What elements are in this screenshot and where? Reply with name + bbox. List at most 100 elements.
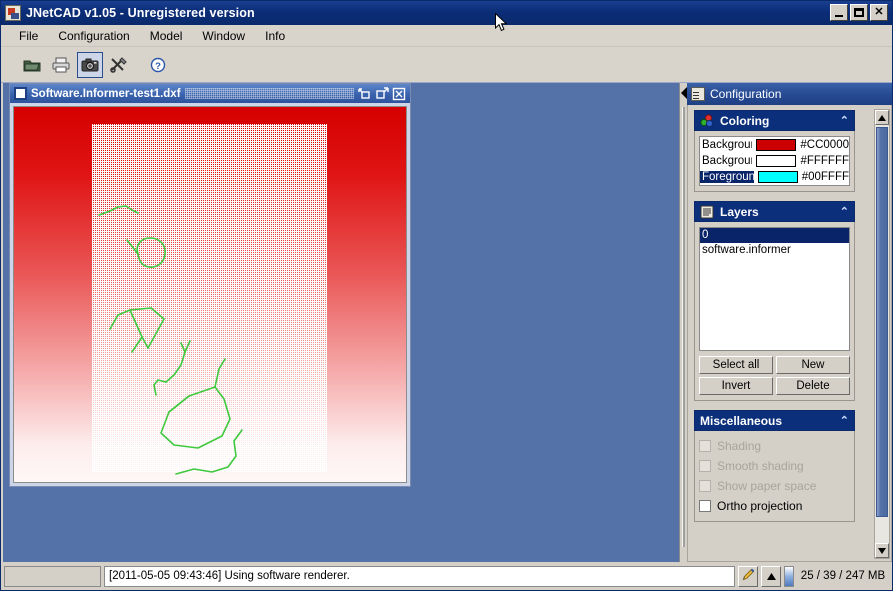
- close-button-child[interactable]: [392, 87, 406, 101]
- select-all-button[interactable]: Select all: [699, 356, 773, 374]
- print-button[interactable]: [48, 51, 74, 78]
- minimize-button[interactable]: [830, 4, 848, 21]
- help-button[interactable]: ?: [145, 51, 171, 78]
- checkbox-label: Smooth shading: [717, 459, 804, 473]
- svg-text:?: ?: [155, 61, 161, 72]
- panel-coloring-body: Background #CC0000 Background #FFFFFF Fo…: [694, 131, 855, 192]
- checkbox-show-paper-space: [699, 480, 711, 492]
- panel-coloring-title: Coloring: [720, 113, 770, 128]
- color-row-label: Background: [702, 155, 752, 167]
- tools-button[interactable]: [106, 51, 132, 78]
- application-window: JNetCAD v1.05 - Unregistered version ✕ F…: [0, 0, 893, 591]
- window-controls: ✕: [830, 4, 888, 21]
- maximize-button[interactable]: [850, 4, 868, 21]
- panel-layers-header[interactable]: Layers ⌃: [694, 201, 855, 222]
- menu-item-file[interactable]: File: [9, 26, 48, 46]
- panel-miscellaneous-header[interactable]: Miscellaneous ⌃: [694, 410, 855, 431]
- drawing-window-title: Software.Informer-test1.dxf: [31, 87, 181, 100]
- delete-button[interactable]: Delete: [776, 377, 850, 395]
- menu-item-model[interactable]: Model: [140, 26, 193, 46]
- panel-miscellaneous: Miscellaneous ⌃ Shading Smooth shading S…: [694, 410, 855, 522]
- camera-button[interactable]: [77, 51, 103, 78]
- expand-log-button[interactable]: [761, 565, 781, 587]
- tools-icon: [110, 56, 128, 73]
- chevron-up-icon-misc[interactable]: ⌃: [840, 414, 849, 428]
- color-hex: #FFFFFF: [800, 155, 849, 167]
- color-row[interactable]: Background #FFFFFF: [700, 153, 849, 169]
- pen-icon: [741, 568, 755, 585]
- dock-scrollbar[interactable]: [874, 109, 890, 559]
- status-left-slot: [4, 565, 101, 587]
- open-folder-icon: [23, 57, 41, 73]
- maximize-button-child[interactable]: [375, 86, 389, 101]
- chevron-up-icon-layers[interactable]: ⌃: [840, 205, 849, 219]
- status-message: [2011-05-05 09:43:46] Using software ren…: [104, 565, 735, 587]
- panel-coloring: Coloring ⌃ Background #CC0000 Background: [694, 110, 855, 192]
- pen-button[interactable]: [738, 565, 758, 587]
- dock-splitter[interactable]: [679, 83, 687, 562]
- checkbox-row-smooth-shading: Smooth shading: [699, 456, 850, 476]
- chevron-up-icon-coloring[interactable]: ⌃: [840, 114, 849, 128]
- help-icon: ?: [149, 57, 167, 73]
- color-hex: #00FFFF: [801, 171, 849, 183]
- splitter-grip[interactable]: [682, 107, 685, 547]
- list-item[interactable]: software.informer: [700, 243, 849, 258]
- checkbox-row-shading: Shading: [699, 436, 850, 456]
- title-bar: JNetCAD v1.05 - Unregistered version ✕: [1, 1, 892, 25]
- color-table: Background #CC0000 Background #FFFFFF Fo…: [699, 136, 850, 186]
- scroll-up-button[interactable]: [875, 110, 889, 125]
- color-row-selected[interactable]: Foreground #00FFFF: [700, 169, 849, 185]
- titlebar-texture: [184, 88, 354, 99]
- memory-indicator: 25 / 39 / 247 MB: [800, 570, 886, 582]
- color-row-label: Background: [702, 139, 752, 151]
- new-layer-button[interactable]: New: [776, 356, 850, 374]
- color-swatch[interactable]: [756, 155, 797, 167]
- menu-bar: File Configuration Model Window Info: [1, 25, 892, 47]
- layers-icon: [700, 205, 714, 219]
- drawing-child-window: Software.Informer-test1.dxf: [9, 83, 411, 487]
- layer-buttons: Select all New Invert Delete: [699, 356, 850, 395]
- document-icon: [14, 87, 27, 100]
- checkbox-row-show-paper-space: Show paper space: [699, 476, 850, 496]
- list-item-selected[interactable]: 0: [700, 228, 849, 243]
- dock-titlebar: Configuration: [687, 83, 892, 105]
- layers-list[interactable]: 0 software.informer: [699, 227, 850, 351]
- checkbox-smooth-shading: [699, 460, 711, 472]
- mdi-client-area: Software.Informer-test1.dxf: [3, 83, 679, 562]
- color-swatch[interactable]: [757, 171, 798, 183]
- checkbox-row-ortho-projection[interactable]: Ortho projection: [699, 496, 850, 516]
- drawing-window-controls: [358, 86, 406, 101]
- window-title: JNetCAD v1.05 - Unregistered version: [26, 6, 255, 20]
- close-button[interactable]: ✕: [870, 4, 888, 21]
- color-swatch[interactable]: [756, 139, 797, 151]
- drawing-window-titlebar[interactable]: Software.Informer-test1.dxf: [10, 84, 410, 103]
- panel-miscellaneous-body: Shading Smooth shading Show paper space …: [694, 431, 855, 522]
- panel-layers-body: 0 software.informer Select all New Inver…: [694, 222, 855, 401]
- triangle-up-icon: [766, 569, 776, 583]
- status-gradient-indicator: [784, 565, 794, 587]
- menu-item-configuration[interactable]: Configuration: [48, 26, 139, 46]
- scrollbar-thumb[interactable]: [876, 127, 888, 517]
- cad-vector-entities: [98, 205, 243, 475]
- color-hex: #CC0000: [800, 139, 849, 151]
- dock-content: Coloring ⌃ Background #CC0000 Background: [687, 105, 892, 562]
- panel-layers-title: Layers: [720, 204, 759, 219]
- invert-button[interactable]: Invert: [699, 377, 773, 395]
- restore-button[interactable]: [358, 87, 372, 101]
- checkbox-label: Shading: [717, 439, 762, 453]
- configuration-icon: [691, 87, 705, 101]
- configuration-dock: Configuration Coloring ⌃ Backgrou #CC000…: [687, 83, 892, 562]
- menu-item-info[interactable]: Info: [255, 26, 295, 46]
- color-row[interactable]: Background #CC0000: [700, 137, 849, 153]
- menu-item-window[interactable]: Window: [192, 26, 255, 46]
- color-row-label: Foreground: [700, 171, 754, 183]
- dock-title-text: Configuration: [710, 87, 782, 101]
- open-folder-button[interactable]: [19, 51, 45, 78]
- checkbox-label: Show paper space: [717, 479, 817, 493]
- scroll-down-button[interactable]: [875, 543, 889, 558]
- checkbox-ortho-projection[interactable]: [699, 500, 711, 512]
- cad-drawing-canvas[interactable]: [13, 106, 407, 483]
- panel-coloring-header[interactable]: Coloring ⌃: [694, 110, 855, 131]
- app-icon: [5, 5, 21, 21]
- panel-layers: Layers ⌃ 0 software.informer Select all …: [694, 201, 855, 401]
